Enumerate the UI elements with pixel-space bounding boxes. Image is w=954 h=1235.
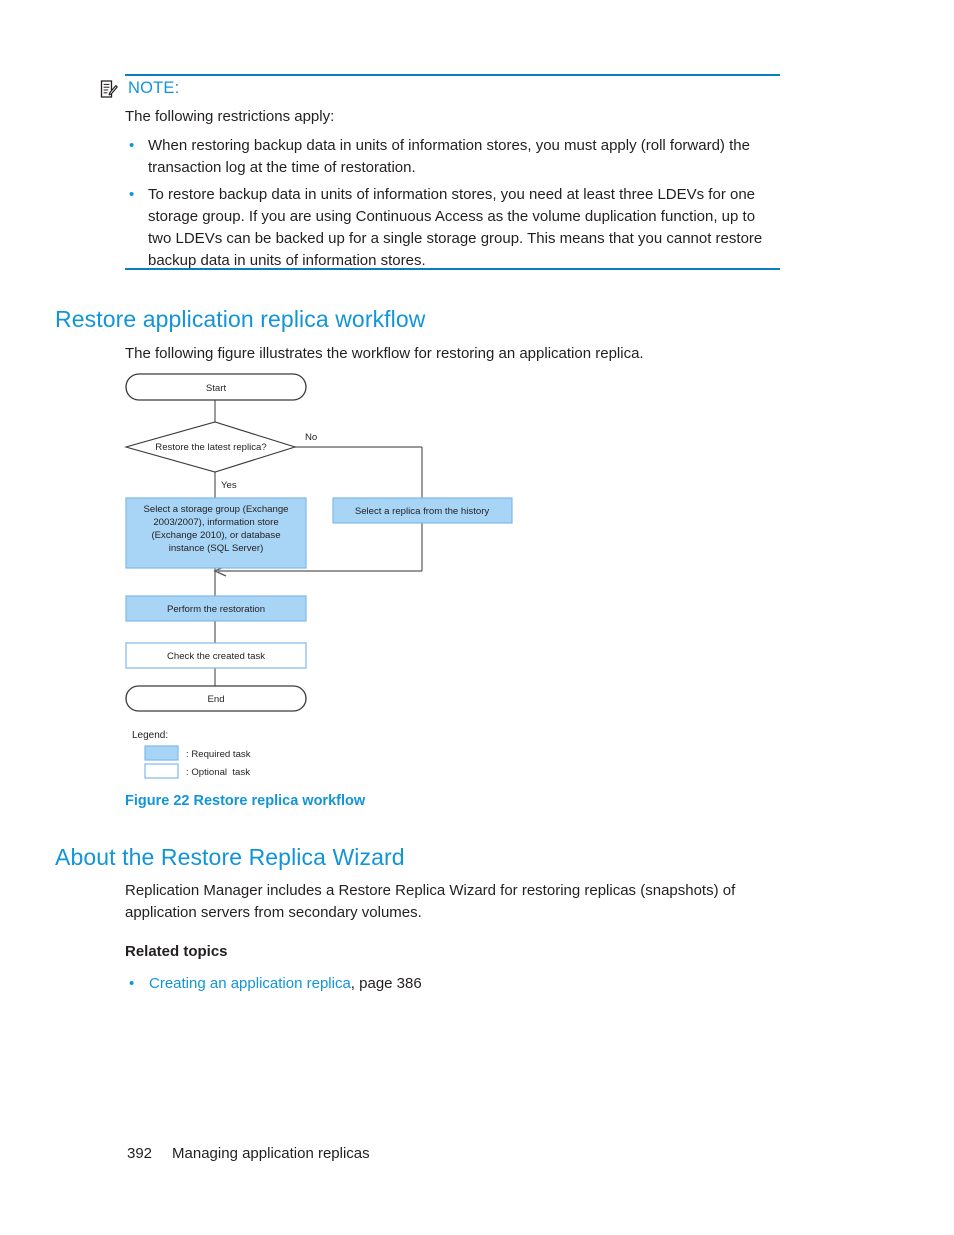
select-storage-group-line-1: Select a storage group (Exchange bbox=[143, 504, 288, 515]
start-label: Start bbox=[206, 383, 227, 394]
bullet-marker-icon: • bbox=[129, 974, 135, 992]
perform-restoration-label: Perform the restoration bbox=[167, 604, 265, 615]
end-label: End bbox=[207, 694, 224, 705]
legend-label-optional: : Optional task bbox=[186, 767, 250, 778]
flowchart-node-end: End bbox=[125, 685, 307, 712]
related-topic-item: • Creating an application replica, page … bbox=[125, 973, 805, 996]
legend-swatch-optional bbox=[144, 763, 179, 779]
document-page: NOTE: The following restrictions apply: … bbox=[0, 0, 954, 1235]
figure-caption: Figure 22 Restore replica workflow bbox=[125, 793, 366, 809]
select-storage-group-line-4: instance (SQL Server) bbox=[169, 543, 264, 554]
related-topic-page-ref: , page 386 bbox=[350, 974, 422, 992]
heading-about-restore-replica-wizard: About the Restore Replica Wizard bbox=[55, 844, 405, 870]
note-title: NOTE: bbox=[128, 79, 180, 97]
flowchart-node-decision: Restore the latest replica? bbox=[123, 421, 297, 473]
related-topics-list: • Creating an application replica, page … bbox=[125, 973, 805, 996]
legend-label-required: : Required task bbox=[186, 749, 251, 760]
note-top-rule bbox=[125, 74, 780, 76]
wizard-paragraph: Replication Manager includes a Restore R… bbox=[125, 882, 736, 921]
legend-swatch-required bbox=[144, 745, 179, 761]
note-bullet-item: • To restore backup data in units of inf… bbox=[125, 184, 780, 271]
bullet-marker-icon: • bbox=[129, 186, 135, 204]
flowchart-node-check-created-task: Check the created task bbox=[125, 642, 307, 669]
note-bullet-list: • When restoring backup data in units of… bbox=[125, 135, 780, 272]
legend-title: Legend: bbox=[132, 730, 168, 741]
related-topics-label: Related topics bbox=[125, 942, 228, 960]
check-created-task-label: Check the created task bbox=[167, 651, 265, 662]
note-intro: The following restrictions apply: bbox=[125, 108, 335, 125]
restore-replica-workflow-flowchart: Start Restore the latest replica? No Yes… bbox=[123, 373, 513, 779]
select-replica-history-label: Select a replica from the history bbox=[355, 506, 490, 517]
decision-label: Restore the latest replica? bbox=[155, 442, 266, 453]
flowchart-node-select-replica-history: Select a replica from the history bbox=[332, 497, 513, 524]
note-bullet-text: When restoring backup data in units of i… bbox=[148, 136, 750, 176]
flowchart-legend: Legend: : Required task : Optional task bbox=[132, 730, 251, 779]
page-footer: 392 Managing application replicas bbox=[127, 1145, 370, 1163]
note-bullet-item: • When restoring backup data in units of… bbox=[125, 135, 780, 179]
flowchart-node-perform-restoration: Perform the restoration bbox=[125, 595, 307, 622]
flowchart-node-start: Start bbox=[125, 373, 307, 401]
wizard-body-block: Replication Manager includes a Restore R… bbox=[125, 880, 805, 995]
select-storage-group-line-2: 2003/2007), information store bbox=[153, 517, 278, 528]
select-storage-group-line-3: (Exchange 2010), or database bbox=[151, 530, 280, 541]
note-body: The following restrictions apply: • When… bbox=[125, 106, 780, 277]
branch-label-no: No bbox=[305, 432, 317, 443]
footer-page-number: 392 bbox=[127, 1145, 153, 1162]
bullet-marker-icon: • bbox=[129, 136, 135, 154]
note-pen-icon bbox=[100, 80, 118, 100]
link-creating-an-application-replica[interactable]: Creating an application replica bbox=[149, 975, 351, 992]
note-bottom-rule bbox=[125, 268, 780, 270]
flowchart-node-select-storage-group: Select a storage group (Exchange 2003/20… bbox=[125, 497, 307, 569]
note-bullet-text: To restore backup data in units of infor… bbox=[148, 186, 763, 269]
branch-label-yes: Yes bbox=[221, 480, 237, 491]
heading-restore-application-replica-workflow: Restore application replica workflow bbox=[55, 306, 426, 332]
footer-chapter-title: Managing application replicas bbox=[172, 1145, 370, 1162]
